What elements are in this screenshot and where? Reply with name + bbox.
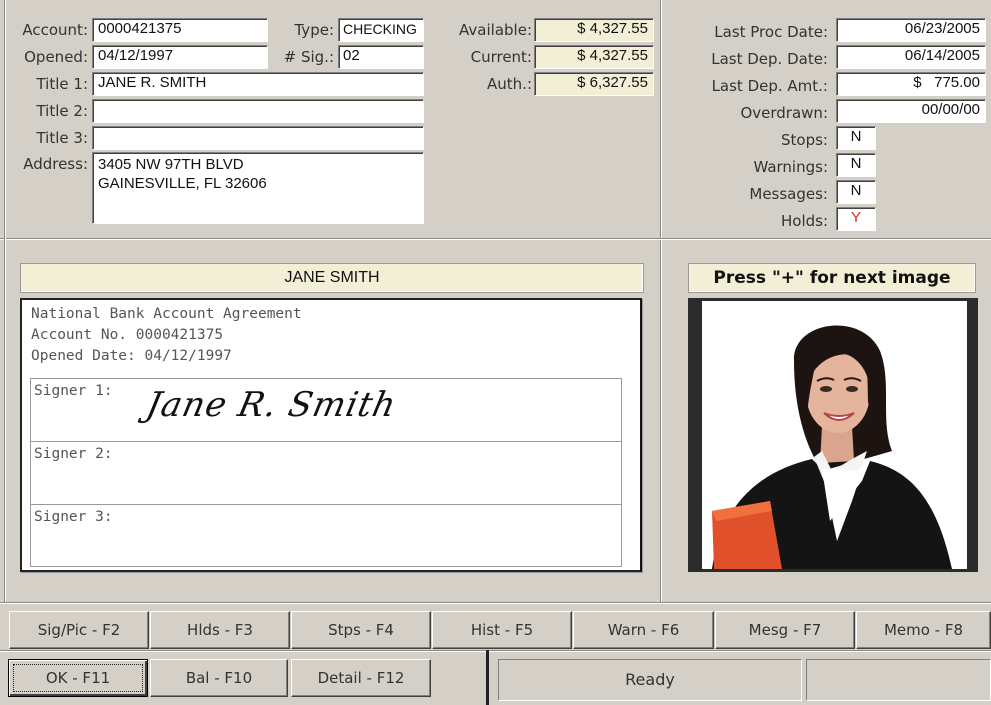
current-balance-field[interactable]: $ 4,327.55 [534, 45, 654, 69]
title3-field[interactable] [92, 126, 424, 150]
doc-line-opened: Opened Date: 04/12/1997 [31, 348, 232, 364]
title1-field[interactable]: JANE R. SMITH [92, 72, 424, 96]
auth-balance-field[interactable]: $ 6,327.55 [534, 72, 654, 96]
signer-3-box: Signer 3: [30, 504, 622, 567]
memo-button[interactable]: Memo - F8 [856, 611, 991, 649]
title2-label: Title 2: [36, 102, 88, 120]
balances-panel: Available: $ 4,327.55 Current: $ 4,327.5… [440, 0, 660, 238]
sig-pic-button[interactable]: Sig/Pic - F2 [9, 611, 149, 649]
messages-label: Messages: [749, 185, 828, 203]
signer-1-signature: Jane R. Smith [142, 385, 401, 425]
opened-label: Opened: [24, 48, 88, 66]
ok-button[interactable]: OK - F11 [8, 659, 148, 697]
doc-line-account: Account No. 0000421375 [31, 327, 224, 343]
overdrawn-label: Overdrawn: [740, 104, 828, 122]
title2-field[interactable] [92, 99, 424, 123]
address-field[interactable]: 3405 NW 97TH BLVD GAINESVILLE, FL 32606 [92, 152, 424, 224]
stops-button[interactable]: Stps - F4 [291, 611, 431, 649]
balance-button[interactable]: Bal - F10 [150, 659, 288, 697]
account-panel: Account: 0000421375 Type: CHECKING Opene… [0, 0, 440, 238]
title3-label: Title 3: [36, 129, 88, 147]
warnings-button[interactable]: Warn - F6 [573, 611, 714, 649]
opened-date-field[interactable]: 04/12/1997 [92, 45, 268, 69]
doc-line-agreement: National Bank Account Agreement [31, 306, 302, 322]
signer-1-label: Signer 1: [34, 383, 113, 399]
history-button[interactable]: Hist - F5 [432, 611, 572, 649]
customer-portrait-image [712, 325, 952, 569]
last-dep-amt-field[interactable]: $ 775.00 [836, 72, 986, 96]
holds-flag[interactable]: Y [836, 207, 876, 231]
holds-button[interactable]: Hlds - F3 [150, 611, 290, 649]
available-balance-field[interactable]: $ 4,327.55 [534, 18, 654, 42]
middle-divider [660, 240, 662, 602]
num-signers-field[interactable]: 02 [338, 45, 424, 69]
top-divider [660, 0, 662, 238]
available-label: Available: [459, 21, 532, 39]
type-field[interactable]: CHECKING [338, 18, 424, 42]
signer-2-box: Signer 2: [30, 441, 622, 505]
title1-label: Title 1: [36, 75, 88, 93]
status-info-panel: Last Proc Date: 06/23/2005 Last Dep. Dat… [664, 0, 991, 238]
warnings-flag[interactable]: N [836, 153, 876, 177]
holds-label: Holds: [780, 212, 828, 230]
type-label: Type: [294, 21, 334, 39]
stops-flag[interactable]: N [836, 126, 876, 150]
signature-card-banner: JANE SMITH [20, 263, 644, 293]
last-dep-amt-label: Last Dep. Amt.: [711, 77, 828, 95]
signer-2-label: Signer 2: [34, 446, 113, 462]
account-label: Account: [22, 21, 88, 39]
status-separator [486, 650, 489, 705]
bottom-row-divider [0, 650, 991, 652]
overdrawn-field[interactable]: 00/00/00 [836, 99, 986, 123]
ok-focus-ring [13, 664, 143, 692]
signature-card-document: National Bank Account Agreement Account … [20, 298, 642, 572]
status-secondary-pane [806, 659, 991, 701]
last-dep-label: Last Dep. Date: [711, 50, 828, 68]
signer-1-box: Signer 1: Jane R. Smith [30, 378, 622, 442]
messages-button[interactable]: Mesg - F7 [715, 611, 855, 649]
photo-frame [688, 298, 978, 572]
last-dep-date-field[interactable]: 06/14/2005 [836, 45, 986, 69]
detail-button[interactable]: Detail - F12 [291, 659, 431, 697]
auth-label: Auth.: [487, 75, 532, 93]
left-edge [4, 0, 6, 602]
stops-label: Stops: [781, 131, 828, 149]
status-ready: Ready [498, 659, 802, 701]
last-proc-date-field[interactable]: 06/23/2005 [836, 18, 986, 42]
section-divider [0, 238, 991, 240]
warnings-label: Warnings: [753, 158, 828, 176]
account-number-field[interactable]: 0000421375 [92, 18, 268, 42]
address-label: Address: [23, 155, 88, 173]
num-signers-label: # Sig.: [283, 48, 334, 66]
last-proc-label: Last Proc Date: [714, 23, 828, 41]
signer-3-label: Signer 3: [34, 509, 113, 525]
customer-photo[interactable] [702, 301, 967, 569]
current-label: Current: [470, 48, 532, 66]
next-image-banner: Press "+" for next image [688, 263, 976, 293]
function-row-divider [0, 602, 991, 604]
messages-flag[interactable]: N [836, 180, 876, 204]
